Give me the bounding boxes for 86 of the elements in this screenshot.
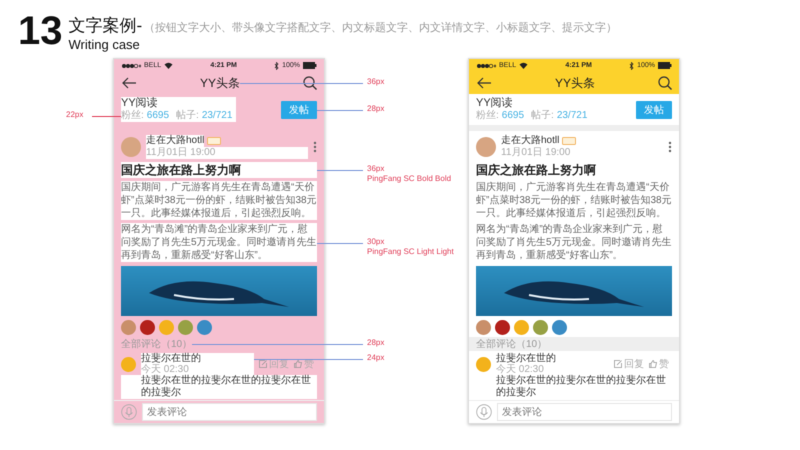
body-paragraph: 网名为“青岛滩”的青岛企业家来到广元，慰问奖励了肖先生5万元现金。同时邀请肖先生再到青岛，重新感受“好客山东”。	[476, 223, 672, 262]
avatar-circle	[159, 320, 174, 335]
search-icon[interactable]	[658, 76, 672, 90]
bluetooth-icon	[629, 62, 634, 70]
english-title: Writing case	[68, 37, 141, 52]
tag-icon	[562, 137, 576, 145]
nav-title: YY头条	[200, 74, 240, 92]
post-button[interactable]: 发帖	[636, 100, 672, 118]
stat-value: 6695	[502, 110, 524, 122]
back-arrow-icon[interactable]	[121, 77, 137, 89]
avatar-circle	[476, 320, 491, 335]
size-annotation: 36px	[367, 77, 384, 87]
stat-value: 23/721	[556, 110, 588, 122]
stat-value: 23/721	[202, 110, 232, 122]
bluetooth-icon	[274, 62, 280, 70]
size-annotation: 30px	[367, 236, 386, 246]
battery-icon	[658, 62, 672, 69]
avatar-circle	[476, 137, 496, 157]
slide-subtitle: （按钮文字大小、带头像文字搭配文字、内文标题文字、内文详情文字、小标题文字、提示文字）	[144, 20, 618, 35]
like-link[interactable]: 赞	[659, 357, 669, 371]
size-annotation: 24px	[367, 352, 384, 362]
signal-icon	[121, 62, 141, 68]
comment-text: 拉斐尔在世的拉斐尔在世的拉斐尔在世的拉斐尔	[495, 375, 667, 399]
size-annotation: 28px	[367, 104, 384, 114]
comment-time: 今天 02:30	[141, 364, 254, 375]
input-field[interactable]: 发表评论	[497, 403, 672, 421]
nav-title: YY头条	[554, 74, 595, 92]
comment-time: 今天 02:30	[496, 364, 544, 375]
microphone-icon[interactable]	[476, 404, 492, 420]
body-paragraph: 国庆期间，广元游客肖先生在青岛遭遇“天价虾”点菜时38元一份的虾，结账时被告知38元一只。此事经媒体报道后，引起强烈反响。	[476, 181, 672, 220]
size-annotation: 22px	[66, 110, 84, 120]
avatar-circle	[476, 356, 491, 372]
edit-icon[interactable]	[614, 360, 622, 368]
author-name: 走在大路hotll	[146, 135, 204, 147]
more-icon[interactable]	[313, 141, 317, 153]
forum-name: YY阅读	[476, 97, 514, 110]
post-date: 11月01日 19:00	[146, 147, 308, 159]
post-button[interactable]: 发帖	[281, 100, 317, 118]
size-annotation: 28px	[367, 338, 384, 348]
more-icon[interactable]	[668, 141, 672, 153]
avatar-circle	[140, 320, 155, 335]
size-annotation: 36px	[367, 164, 386, 174]
font-annotation: PingFang SC Bold Bold	[367, 174, 452, 184]
input-field[interactable]: 发表评论	[142, 403, 317, 421]
signal-icon	[476, 62, 496, 68]
tag-icon	[207, 137, 222, 145]
avatar-circle	[178, 320, 193, 335]
commenter-name: 拉斐尔在世的	[141, 353, 254, 364]
stat-value: 6695	[146, 110, 170, 122]
leader-line	[317, 170, 363, 171]
thumbs-up-icon[interactable]	[294, 360, 302, 368]
leader-line	[317, 242, 363, 244]
reply-link[interactable]: 回复	[624, 357, 644, 371]
wifi-icon	[519, 62, 528, 69]
post-title: 国庆之旅在路上努力啊	[476, 162, 597, 178]
author-name: 走在大路hotll	[501, 135, 560, 147]
stat-label: 帖子:	[531, 110, 554, 122]
search-icon[interactable]	[302, 76, 317, 90]
avatar-circle	[495, 320, 510, 335]
avatar-circle	[197, 320, 212, 335]
avatar-circle	[533, 320, 548, 335]
stat-label: 粉丝:	[476, 110, 499, 122]
body-paragraph: 网名为“青岛滩”的青岛企业家来到广元，慰问奖励了肖先生5万元现金。同时邀请肖先生再到青岛，重新感受“好客山东”。	[121, 223, 317, 262]
slide-title: 文字案例-	[68, 15, 142, 37]
thumbs-up-icon[interactable]	[649, 360, 657, 368]
forum-name: YY阅读	[121, 97, 236, 110]
comment-text: 拉斐尔在世的拉斐尔在世的拉斐尔在世的拉斐尔	[121, 375, 317, 399]
post-title: 国庆之旅在路上努力啊	[121, 162, 317, 178]
font-annotation: PingFang SC Light Light	[367, 246, 454, 256]
stat-label: 帖子:	[176, 110, 199, 122]
back-arrow-icon[interactable]	[476, 77, 492, 89]
wifi-icon	[164, 62, 174, 69]
stat-label: 粉丝:	[121, 110, 144, 122]
avatar-circle	[121, 356, 136, 372]
avatar-circle	[552, 320, 567, 335]
body-paragraph: 国庆期间，广元游客肖先生在青岛遭遇“天价虾”点菜时38元一份的虾，结账时被告知38元一只。此事经媒体报道后，引起强烈反响。	[121, 181, 317, 220]
avatar-circle	[121, 137, 141, 157]
leader-line	[92, 116, 121, 117]
comments-count: 全部评论（10）	[476, 338, 548, 351]
avatar-circle	[514, 320, 529, 335]
battery-icon	[303, 62, 317, 69]
slide-number: 13	[18, 10, 62, 52]
avatar-circle	[121, 320, 136, 335]
comments-count: 全部评论（10）	[121, 338, 192, 351]
commenter-name: 拉斐尔在世的	[496, 353, 557, 364]
post-date: 11月01日 19:00	[501, 147, 572, 159]
